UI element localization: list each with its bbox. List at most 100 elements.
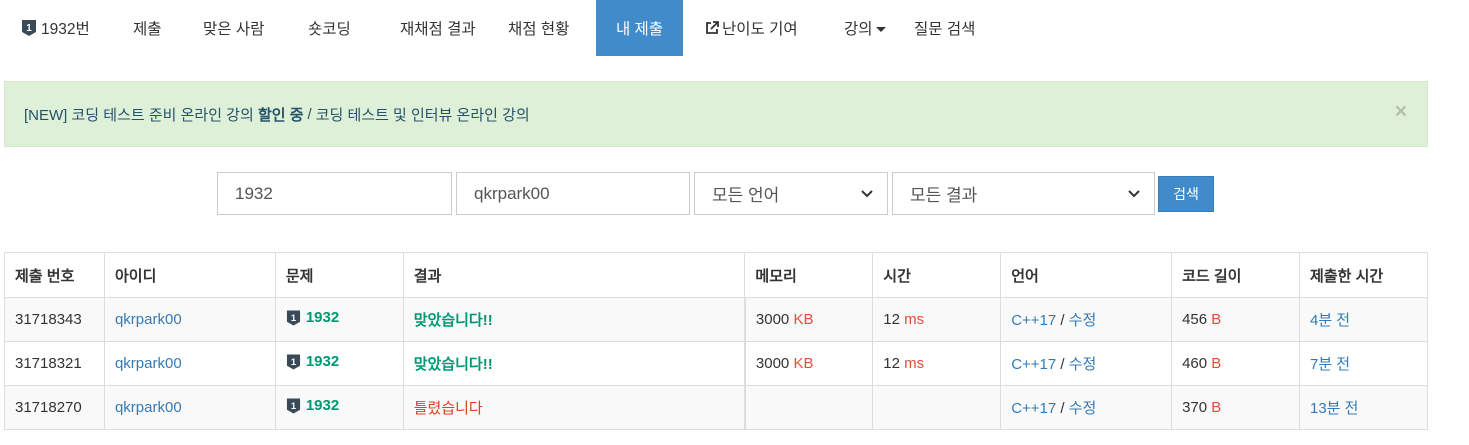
user-id-value: qkrpark00 [474, 183, 550, 203]
problem-number: 1932 [305, 353, 340, 370]
table-row: 31718321 qkrpark00 1 1932 맞았습니다!! 3000 KB… [4, 341, 1428, 386]
column-header: 시간 [872, 252, 1002, 298]
tab-solved-users[interactable]: 맞은 사람 [178, 0, 286, 56]
caret-down-icon [875, 26, 886, 32]
submitted-time-link[interactable]: 13분 전 [1310, 400, 1358, 417]
chevron-down-icon [1128, 189, 1140, 198]
submission-table: 제출 번호 아이디 문제 결과 메모리 시간 언어 코드 길이 제출한 시간 3… [4, 252, 1428, 430]
external-link-icon [705, 21, 719, 35]
tab-lecture-dropdown[interactable]: 강의 [823, 0, 905, 56]
table-header-row: 제출 번호 아이디 문제 결과 메모리 시간 언어 코드 길이 제출한 시간 [4, 252, 1428, 298]
problem-menu: 1 1932번 제출 맞은 사람 숏코딩 재채점 결과 채점 현황 내 제출 난… [0, 0, 1005, 56]
promo-highlight: 할인 중 [257, 106, 304, 124]
user-link[interactable]: qkrpark00 [115, 399, 182, 416]
svg-text:1: 1 [291, 400, 296, 410]
table-row: 31718270 qkrpark00 1 1932 틀렸습니다 C++17 / 수… [4, 385, 1428, 430]
tab-question-search[interactable]: 질문 검색 [905, 0, 1005, 56]
tab-problem[interactable]: 1 1932번 [0, 0, 118, 56]
promo-separator: / [307, 105, 312, 123]
memory-value: 3000 [755, 311, 790, 328]
tab-label: 제출 [133, 21, 162, 38]
language-select-value: 모든 언어 [712, 186, 780, 205]
column-header: 제출한 시간 [1299, 252, 1428, 298]
time-unit: ms [904, 311, 925, 328]
tab-short-coding[interactable]: 숏코딩 [286, 0, 378, 56]
promo-link-lecture[interactable]: [NEW] 코딩 테스트 준비 온라인 강의 할인 중 [24, 104, 304, 125]
problem-id-input[interactable]: 1932 [217, 172, 452, 215]
problem-number: 1932 [305, 397, 340, 414]
result-select[interactable]: 모든 결과 [892, 172, 1155, 215]
edit-link[interactable]: 수정 [1069, 400, 1097, 417]
submission-id: 31718343 [4, 297, 105, 342]
time-unit: ms [904, 355, 925, 372]
language-separator: / [1060, 400, 1065, 417]
language-separator: / [1060, 356, 1065, 373]
language-select[interactable]: 모든 언어 [694, 172, 888, 215]
table-row: 31718343 qkrpark00 1 1932 맞았습니다!! 3000 KB… [4, 297, 1428, 342]
tab-my-submissions[interactable]: 내 제출 [596, 0, 683, 56]
code-length-value: 456 [1182, 311, 1208, 328]
language-link[interactable]: C++17 [1011, 400, 1056, 417]
tier-badge-icon: 1 [21, 19, 37, 37]
submitted-time-link[interactable]: 4분 전 [1310, 312, 1350, 329]
tab-rejudge-result[interactable]: 재채점 결과 [378, 0, 494, 56]
tab-label: 숏코딩 [308, 21, 351, 38]
problem-number: 1932 [305, 309, 340, 326]
time-value: 12 [883, 311, 900, 328]
problem-link[interactable]: 1 1932 [286, 309, 339, 327]
tab-difficulty-contribution[interactable]: 난이도 기여 [683, 0, 823, 56]
language-separator: / [1060, 312, 1065, 329]
code-length-value: 460 [1182, 355, 1208, 372]
result-text: 틀렸습니다 [413, 400, 483, 417]
chevron-down-icon [861, 189, 873, 198]
user-link[interactable]: qkrpark00 [115, 355, 182, 372]
language-link[interactable]: C++17 [1011, 312, 1056, 329]
memory-unit: KB [793, 311, 814, 328]
submission-id: 31718321 [4, 341, 105, 386]
tab-label: 맞은 사람 [203, 21, 265, 38]
problem-link[interactable]: 1 1932 [286, 397, 339, 415]
tier-badge-icon: 1 [286, 353, 301, 371]
tab-submit[interactable]: 제출 [118, 0, 178, 56]
column-header: 코드 길이 [1171, 252, 1300, 298]
time-value: 12 [883, 355, 900, 372]
column-header: 아이디 [103, 252, 276, 298]
code-length-unit: B [1211, 355, 1222, 372]
tab-label: 강의 [844, 21, 873, 38]
memory-unit: KB [793, 355, 814, 372]
code-length-unit: B [1211, 399, 1222, 416]
code-length-value: 370 [1182, 399, 1208, 416]
tab-label: 질문 검색 [914, 21, 976, 38]
language-link[interactable]: C++17 [1011, 356, 1056, 373]
edit-link[interactable]: 수정 [1069, 356, 1097, 373]
svg-text:1: 1 [26, 23, 32, 34]
user-link[interactable]: qkrpark00 [115, 311, 182, 328]
column-header: 문제 [274, 252, 404, 298]
submission-id: 31718270 [4, 385, 105, 430]
result-text: 맞았습니다!! [413, 312, 493, 329]
tier-badge-icon: 1 [286, 309, 301, 327]
search-button[interactable]: 검색 [1158, 176, 1214, 212]
tab-label: 내 제출 [615, 21, 664, 38]
column-header: 제출 번호 [4, 252, 105, 298]
close-icon[interactable]: × [1395, 101, 1407, 122]
column-header: 언어 [1000, 252, 1173, 298]
svg-text:1: 1 [291, 356, 296, 366]
tier-badge-icon: 1 [286, 397, 301, 415]
problem-id-value: 1932 [235, 183, 273, 203]
tab-label: 채점 현황 [508, 21, 570, 38]
svg-text:1: 1 [291, 312, 296, 322]
result-select-value: 모든 결과 [910, 186, 978, 205]
tab-label: 재채점 결과 [400, 21, 476, 38]
problem-link[interactable]: 1 1932 [286, 353, 339, 371]
column-header: 결과 [402, 252, 746, 298]
submitted-time-link[interactable]: 7분 전 [1310, 356, 1350, 373]
code-length-unit: B [1211, 311, 1222, 328]
promo-link-interview[interactable]: 코딩 테스트 및 인터뷰 온라인 강의 [316, 104, 530, 125]
tab-status[interactable]: 채점 현황 [494, 0, 596, 56]
tab-label: 난이도 기여 [722, 21, 798, 38]
result-text: 맞았습니다!! [413, 356, 493, 373]
promo-alert: [NEW] 코딩 테스트 준비 온라인 강의 할인 중 / 코딩 테스트 및 인… [4, 81, 1428, 147]
edit-link[interactable]: 수정 [1069, 312, 1097, 329]
user-id-input[interactable]: qkrpark00 [456, 172, 690, 215]
